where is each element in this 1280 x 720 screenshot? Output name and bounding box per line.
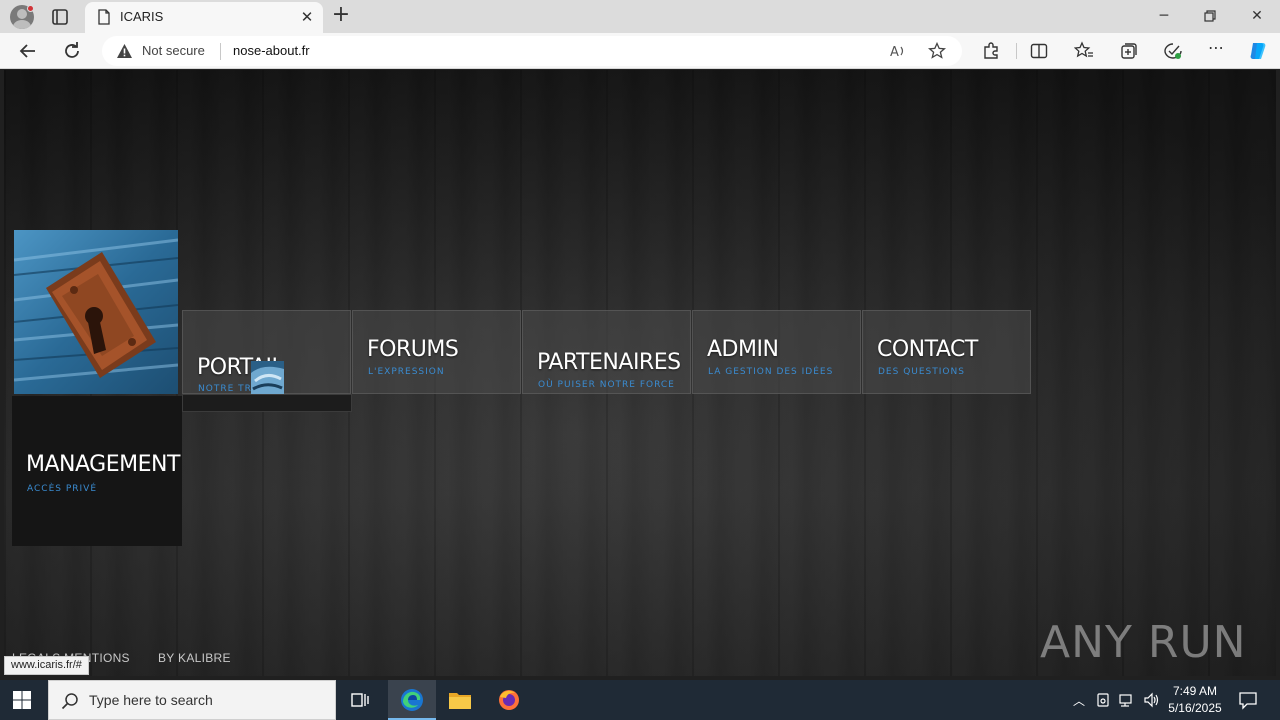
page-icon <box>98 9 110 25</box>
device-icon[interactable] <box>1095 692 1111 708</box>
nav-tile-partenaires[interactable]: PARTENAIRES OÙ PUISER NOTRE FORCE <box>522 310 691 394</box>
nav-tile-title: FORUMS <box>367 337 459 362</box>
search-placeholder: Type here to search <box>89 692 213 708</box>
new-tab-icon[interactable]: + <box>330 3 352 29</box>
copilot-icon[interactable] <box>1247 40 1269 62</box>
nav-tile-contact[interactable]: CONTACT DES QUESTIONS <box>862 310 1031 394</box>
status-bar-url: www.icaris.fr/# <box>4 656 89 675</box>
extensions-icon[interactable] <box>981 41 1001 61</box>
page-viewport: PORTAIL NOTRE TRAVAIL FORUMS L'EXPRESSIO… <box>4 70 1276 676</box>
task-view-icon <box>351 693 369 707</box>
management-title: MANAGEMENT <box>26 452 180 477</box>
nav-tile-subtitle: DES QUESTIONS <box>878 367 965 377</box>
security-label[interactable]: Not secure <box>142 43 205 58</box>
file-explorer-taskbar-button[interactable] <box>436 680 484 720</box>
nav-tile-title: PARTENAIRES <box>537 350 681 375</box>
hero-keyhole-image <box>14 230 178 394</box>
notification-dot-icon <box>27 5 34 12</box>
edge-icon <box>401 689 423 711</box>
minimize-icon[interactable]: ─ <box>1154 6 1174 26</box>
firefox-taskbar-button[interactable] <box>485 680 533 720</box>
portail-tile-bar <box>182 394 352 412</box>
management-panel[interactable]: MANAGEMENT ACCÈS PRIVÉ <box>12 396 182 546</box>
restore-icon[interactable] <box>1200 6 1220 26</box>
notification-center-icon[interactable] <box>1238 690 1258 710</box>
windows-taskbar: Type here to search ︿ 7:49 AM 5/16/2025 <box>0 680 1280 720</box>
volume-icon[interactable] <box>1143 692 1159 708</box>
network-icon[interactable] <box>1119 692 1135 708</box>
svg-text:A: A <box>890 45 899 60</box>
taskbar-clock[interactable]: 7:49 AM 5/16/2025 <box>1160 683 1230 717</box>
nav-tile-portail[interactable]: PORTAIL NOTRE TRAVAIL <box>182 310 351 395</box>
edge-taskbar-button[interactable] <box>388 680 436 720</box>
windows-start-icon[interactable] <box>12 690 32 710</box>
browser-toolbar: Not secure nose-about.fr A ⋯ <box>0 33 1280 69</box>
split-screen-icon[interactable] <box>1029 41 1049 61</box>
nav-tile-title: ADMIN <box>707 337 779 362</box>
toolbar-divider <box>1016 43 1017 59</box>
tab-actions-icon[interactable] <box>50 7 70 27</box>
collections-icon[interactable] <box>1119 41 1139 61</box>
url-text[interactable]: nose-about.fr <box>233 43 310 58</box>
nav-tile-admin[interactable]: ADMIN LA GESTION DES IDÉES <box>692 310 861 394</box>
browser-tab-active[interactable]: ICARIS ✕ <box>85 2 323 33</box>
nav-tile-forums[interactable]: FORUMS L'EXPRESSION <box>352 310 521 394</box>
close-window-icon[interactable]: ✕ <box>1247 6 1267 26</box>
close-tab-icon[interactable]: ✕ <box>299 8 315 26</box>
refresh-icon[interactable] <box>60 39 84 63</box>
nav-tile-subtitle: LA GESTION DES IDÉES <box>708 367 834 377</box>
back-arrow-icon[interactable] <box>16 39 40 63</box>
browser-tab-bar: ICARIS ✕ + ─ ✕ <box>0 0 1280 33</box>
browser-essentials-icon[interactable] <box>1163 41 1183 61</box>
nav-tile-subtitle: L'EXPRESSION <box>368 367 445 377</box>
clock-date: 5/16/2025 <box>1168 701 1222 715</box>
anyrun-watermark: ANY RUN <box>1040 610 1247 674</box>
warning-icon[interactable] <box>116 43 133 59</box>
favorites-icon[interactable] <box>1074 41 1094 61</box>
nav-tile-title: CONTACT <box>877 337 978 362</box>
portail-thumbnail-image <box>251 361 284 395</box>
clock-time: 7:49 AM <box>1172 684 1218 698</box>
more-options-icon[interactable]: ⋯ <box>1206 38 1226 58</box>
watermark-text: ANY RUN <box>1040 616 1247 668</box>
address-bar[interactable]: Not secure nose-about.fr A <box>102 36 962 66</box>
favorite-star-icon[interactable] <box>928 42 946 60</box>
firefox-icon <box>499 690 519 710</box>
taskbar-search-box[interactable]: Type here to search <box>48 680 336 720</box>
management-subtitle: ACCÈS PRIVÉ <box>27 484 98 494</box>
folder-icon <box>449 693 471 709</box>
nav-tile-subtitle: OÙ PUISER NOTRE FORCE <box>538 380 675 390</box>
search-icon <box>61 693 78 710</box>
tab-title: ICARIS <box>120 9 164 24</box>
address-divider <box>220 43 221 60</box>
task-view-button[interactable] <box>336 680 384 720</box>
read-aloud-icon[interactable]: A <box>889 42 907 60</box>
tray-overflow-chevron-icon[interactable]: ︿ <box>1071 692 1087 708</box>
footer-credit-link[interactable]: BY KALIBRE <box>158 651 231 665</box>
